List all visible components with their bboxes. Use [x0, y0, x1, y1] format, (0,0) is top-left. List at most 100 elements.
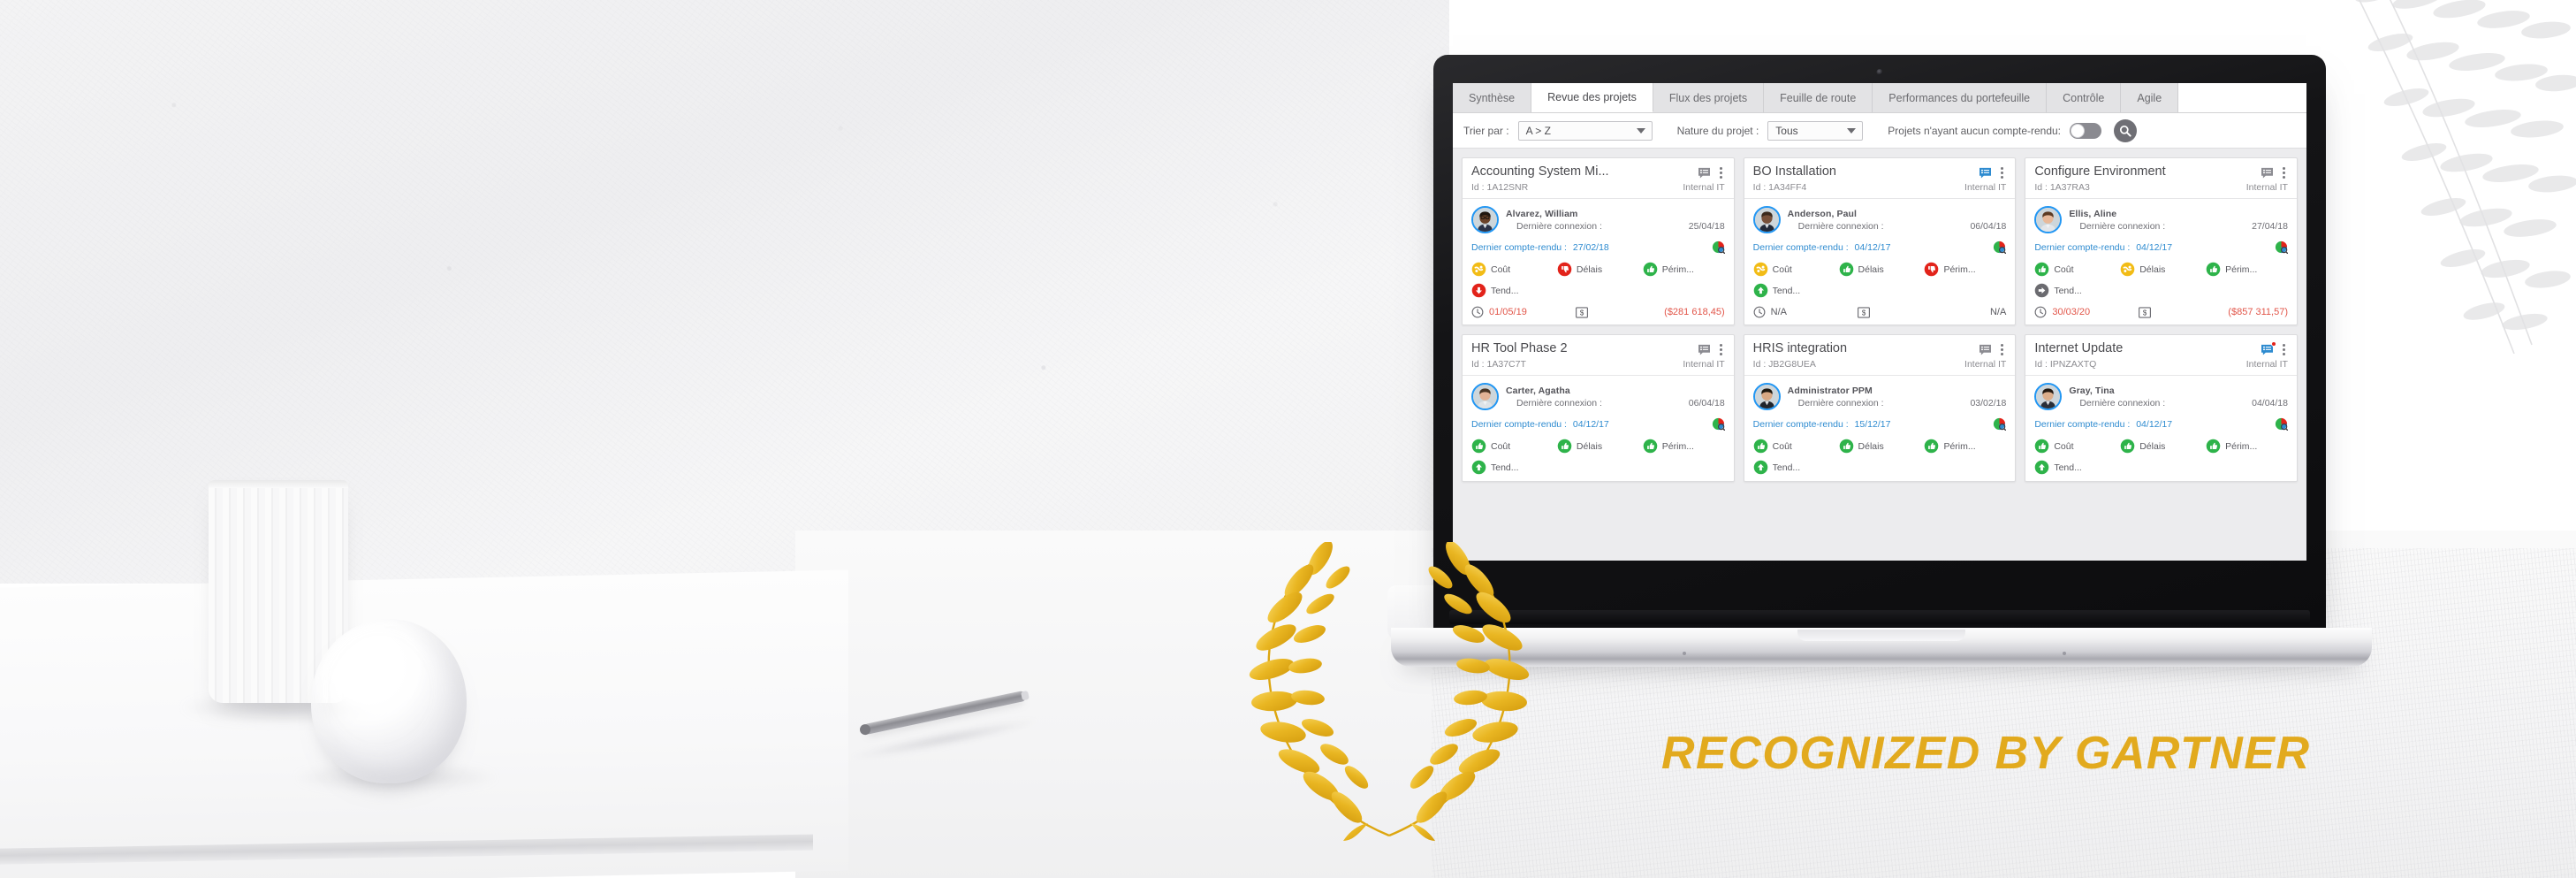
- tab-synthese[interactable]: Synthèse: [1453, 83, 1532, 112]
- project-card[interactable]: Accounting System Mi... Id : 1A12SNR Int…: [1462, 157, 1735, 325]
- kpi-delay: Délais: [1557, 262, 1639, 277]
- avatar-image: [2036, 385, 2061, 408]
- kpi-cost-label: Coût: [1491, 263, 1511, 275]
- project-card-grid: Accounting System Mi... Id : 1A12SNR Int…: [1462, 157, 2298, 482]
- last-login-label: Dernière connexion :: [1516, 220, 1602, 232]
- tab-revue-des-projets[interactable]: Revue des projets: [1531, 83, 1653, 112]
- gartner-award-text: RECOGNIZED BY GARTNER: [1661, 728, 2311, 779]
- last-report-value: 04/12/17: [2136, 241, 2173, 253]
- project-title: Accounting System Mi...: [1471, 165, 1609, 179]
- project-card[interactable]: Internet Update Id : IPNZAXTQ Internal I…: [2025, 334, 2298, 482]
- project-card-header: BO Installation Id : 1A34FF4 Internal IT: [1744, 158, 2016, 199]
- card-menu-button[interactable]: [1998, 166, 2006, 179]
- search-button[interactable]: [2114, 118, 2138, 142]
- owner-name: Ellis, Aline: [2069, 208, 2117, 219]
- kpi-trend: Tend...: [1753, 460, 2007, 475]
- no-report-toggle[interactable]: [2070, 122, 2102, 139]
- glass-sphere: [311, 619, 467, 783]
- kpi-cost: Coût: [1471, 439, 1554, 454]
- last-report-label: Dernier compte-rendu :: [1752, 241, 1849, 253]
- thumbs-up-icon: [2035, 262, 2049, 277]
- last-report-value: 27/02/18: [1572, 241, 1609, 253]
- last-report-row[interactable]: Dernier compte-rendu : 04/12/17: [2034, 240, 2288, 254]
- kpi-delay: Délais: [1839, 262, 1921, 277]
- project-card[interactable]: BO Installation Id : 1A34FF4 Internal IT: [1743, 157, 2017, 325]
- chevron-down-icon: [1847, 127, 1857, 134]
- last-report-row[interactable]: Dernier compte-rendu : 27/02/18: [1471, 240, 1725, 254]
- report-icon[interactable]: [2261, 341, 2276, 355]
- nature-select[interactable]: Tous: [1767, 120, 1864, 141]
- last-report-row[interactable]: Dernier compte-rendu : 04/12/17: [2034, 417, 2288, 431]
- due-date-value: 30/03/20: [2052, 307, 2091, 317]
- laptop-device: Synthèse Revue des projets Flux des proj…: [1387, 55, 2372, 674]
- avatar: [1471, 206, 1499, 233]
- card-menu-button[interactable]: [2280, 166, 2288, 179]
- card-menu-button[interactable]: [2280, 343, 2288, 356]
- last-report-row[interactable]: Dernier compte-rendu : 15/12/17: [1753, 417, 2007, 431]
- report-list-icon: [1979, 344, 1992, 355]
- project-card[interactable]: HRIS integration Id : JB2G8UEA Internal …: [1743, 334, 2017, 482]
- last-login-value: 06/04/18: [1688, 397, 1725, 408]
- project-title: Configure Environment: [2034, 165, 2166, 179]
- last-login-value: 27/04/18: [2252, 220, 2288, 232]
- report-icon[interactable]: [2261, 167, 2274, 179]
- project-org: Internal IT: [1964, 359, 2007, 370]
- tab-flux-des-projets[interactable]: Flux des projets: [1653, 83, 1765, 112]
- card-menu-button[interactable]: [1717, 343, 1725, 356]
- due-date-value: 01/05/19: [1489, 307, 1527, 317]
- last-report-label: Dernier compte-rendu :: [1752, 418, 1849, 430]
- project-card-footer: 30/03/20 $ ($857 311,57): [2034, 306, 2288, 318]
- thumbs-up-icon: [1925, 439, 1939, 454]
- report-icon[interactable]: [1698, 167, 1711, 179]
- last-report-value: 04/12/17: [2136, 418, 2173, 430]
- svg-text:$: $: [2143, 309, 2147, 317]
- hero-scene: Synthèse Revue des projets Flux des proj…: [0, 0, 2576, 878]
- last-report-row[interactable]: Dernier compte-rendu : 04/12/17: [1471, 417, 1725, 431]
- project-card[interactable]: Configure Environment Id : 1A37RA3 Inter…: [2025, 157, 2298, 325]
- avatar-image: [1754, 385, 1779, 408]
- laptop-base-dot: [1683, 652, 1686, 655]
- card-menu-button[interactable]: [1998, 343, 2006, 356]
- tab-controle[interactable]: Contrôle: [2047, 83, 2122, 112]
- tab-label: Performances du portefeuille: [1888, 91, 2031, 104]
- tab-agile[interactable]: Agile: [2121, 83, 2179, 112]
- project-org: Internal IT: [2245, 359, 2288, 370]
- thumbs-up-icon: [1753, 439, 1767, 454]
- report-list-icon: [2261, 167, 2273, 179]
- report-list-icon: [1698, 167, 1710, 179]
- kpi-row: Coût Délais Périm...: [1471, 262, 1725, 277]
- last-report-label: Dernier compte-rendu :: [2034, 241, 2131, 253]
- report-icon[interactable]: [1979, 344, 1992, 355]
- pie-chart-search-icon: [1712, 240, 1725, 254]
- project-card-footer: 01/05/19 $ ($281 618,45): [1471, 306, 1725, 318]
- amount-value: ($857 311,57): [2228, 307, 2288, 317]
- report-icon[interactable]: [1698, 344, 1711, 355]
- project-title: HRIS integration: [1752, 342, 1848, 355]
- kpi-row: Coût Délais Périm...: [2034, 262, 2288, 277]
- project-org: Internal IT: [1683, 359, 1725, 370]
- kpi-scope-label: Périm...: [2225, 263, 2258, 275]
- laptop-lid-bottom: [1449, 610, 2310, 624]
- arrow-down-icon: [1471, 283, 1486, 298]
- last-login-label: Dernière connexion :: [1797, 220, 1884, 232]
- kpi-trend-label: Tend...: [1772, 462, 1801, 473]
- thumbs-up-icon: [2206, 262, 2221, 277]
- project-card-body: Alvarez, William Dernière connexion : 25…: [1463, 199, 1734, 324]
- sort-select[interactable]: A > Z: [1517, 120, 1653, 141]
- project-card[interactable]: HR Tool Phase 2 Id : 1A37C7T Internal IT: [1462, 334, 1735, 482]
- money-icon: $: [1576, 306, 1588, 318]
- webcam-icon: [1876, 69, 1883, 75]
- report-icon[interactable]: [1979, 167, 1992, 179]
- last-login-label: Dernière connexion :: [2079, 397, 2166, 408]
- kpi-trend: Tend...: [1471, 283, 1725, 298]
- last-report-row[interactable]: Dernier compte-rendu : 04/12/17: [1753, 240, 2007, 254]
- kpi-scope-label: Périm...: [1943, 263, 1976, 275]
- tab-performances-du-portefeuille[interactable]: Performances du portefeuille: [1873, 83, 2048, 112]
- last-login-value: 06/04/18: [1970, 220, 2007, 232]
- project-card-header: HRIS integration Id : JB2G8UEA Internal …: [1744, 335, 2016, 376]
- tab-feuille-de-route[interactable]: Feuille de route: [1764, 83, 1873, 112]
- project-card-header: Accounting System Mi... Id : 1A12SNR Int…: [1463, 158, 1734, 199]
- project-card-header: Internet Update Id : IPNZAXTQ Internal I…: [2025, 335, 2297, 376]
- card-menu-button[interactable]: [1717, 166, 1725, 179]
- neutral-status-icon: [1753, 262, 1767, 277]
